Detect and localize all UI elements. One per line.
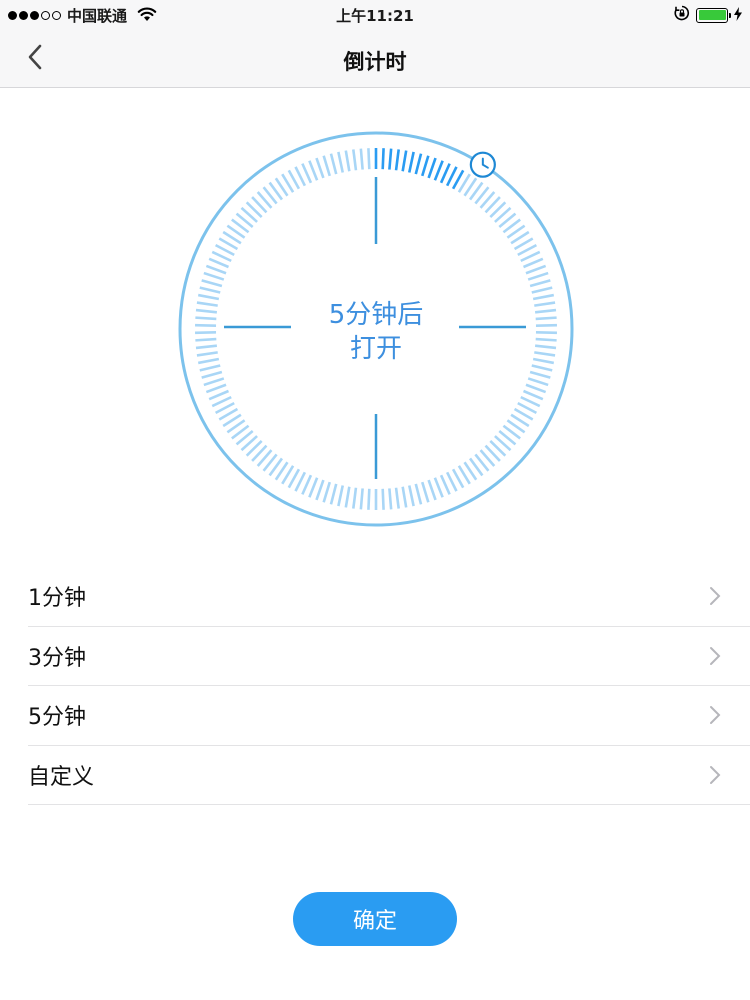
dial-tick [201, 370, 223, 379]
dial-tick [337, 485, 345, 507]
duration-options: 1分钟 3分钟 5分钟 自定义 [28, 567, 750, 805]
chevron-right-icon [700, 700, 730, 730]
dial-tick [344, 150, 351, 172]
dial-tick-active [439, 163, 451, 184]
chevron-right-icon [700, 581, 730, 611]
dial-tick [199, 364, 221, 372]
dial-tick [352, 149, 358, 171]
dial-tick-active [394, 149, 400, 171]
dial-tick [525, 264, 547, 275]
dial-tick [322, 155, 331, 177]
dial-tick [527, 271, 549, 281]
battery-level [698, 10, 726, 20]
dial-tick [301, 474, 313, 495]
dial-tick [525, 383, 547, 394]
dial-tick [203, 377, 225, 387]
dial-handle[interactable] [469, 151, 496, 178]
battery-icon [696, 7, 731, 23]
dial-tick [208, 389, 230, 401]
dial-tick [201, 279, 223, 288]
option-label: 1分钟 [28, 586, 86, 612]
dial-tick [407, 485, 415, 507]
dial-tick [208, 257, 230, 269]
dial-tick [529, 279, 551, 288]
dial-tick [205, 383, 227, 394]
dial-tick [414, 483, 423, 505]
page-title: 倒计时 [343, 50, 407, 74]
dial-tick [367, 148, 371, 170]
dial-tick-active [401, 150, 408, 172]
dial-tick-active [414, 153, 423, 175]
dial-tick [344, 486, 351, 508]
dial-tick-active [407, 151, 415, 173]
charging-icon [734, 6, 742, 25]
status-bar: 中国联通 上午11:21 [0, 0, 750, 30]
dial-tick [329, 153, 338, 175]
dial-tick-active [381, 148, 385, 170]
dial-tick [394, 487, 400, 509]
dial-tick [531, 364, 553, 372]
dial-tick [522, 257, 544, 269]
dial-tick [329, 483, 338, 505]
countdown-label: 5分钟后 打开 [176, 298, 576, 366]
dial-tick [352, 487, 358, 509]
dial-tick [315, 157, 325, 179]
option-1-minute[interactable]: 1分钟 [28, 567, 750, 627]
option-label: 3分钟 [28, 645, 86, 671]
dial-tick [308, 160, 319, 181]
dial-tick [199, 286, 221, 294]
dial-tick [315, 479, 325, 501]
dial-tick [337, 151, 345, 173]
dial-tick-active [433, 160, 444, 181]
dial-tick [322, 481, 331, 503]
dial-tick [529, 370, 551, 379]
option-label: 5分钟 [28, 705, 86, 731]
dial-tick-active [388, 148, 393, 170]
dial-tick [439, 474, 451, 495]
dial-tick [359, 488, 364, 510]
dial-tick [359, 148, 364, 170]
chevron-right-icon [700, 760, 730, 790]
dial-tick [522, 389, 544, 401]
dial-tick [301, 163, 313, 184]
dial-tick [427, 479, 437, 501]
dial-tick [401, 486, 408, 508]
navigation-bar: 倒计时 [0, 30, 750, 88]
dial-tick [205, 264, 227, 275]
chevron-right-icon [700, 641, 730, 671]
status-right [674, 5, 742, 25]
countdown-line1: 5分钟后 [328, 300, 424, 330]
confirm-button[interactable]: 确定 [293, 892, 457, 946]
dial-tick-active [427, 157, 437, 179]
dial-tick [527, 377, 549, 387]
option-5-minutes[interactable]: 5分钟 [28, 686, 750, 746]
countdown-line2: 打开 [349, 334, 402, 364]
option-3-minutes[interactable]: 3分钟 [28, 627, 750, 686]
dial-tick-active [421, 155, 430, 177]
dial-tick [531, 286, 553, 294]
dial-tick [433, 477, 444, 498]
dial-tick [203, 271, 225, 281]
orientation-lock-icon [674, 5, 690, 25]
option-custom[interactable]: 自定义 [28, 746, 750, 805]
status-time: 上午11:21 [336, 7, 414, 25]
dial-tick [308, 477, 319, 498]
option-label: 自定义 [28, 764, 95, 790]
dial-tick [367, 488, 371, 510]
dial-tick [421, 481, 430, 503]
dial-tick [381, 488, 385, 510]
dial-tick [388, 488, 393, 510]
